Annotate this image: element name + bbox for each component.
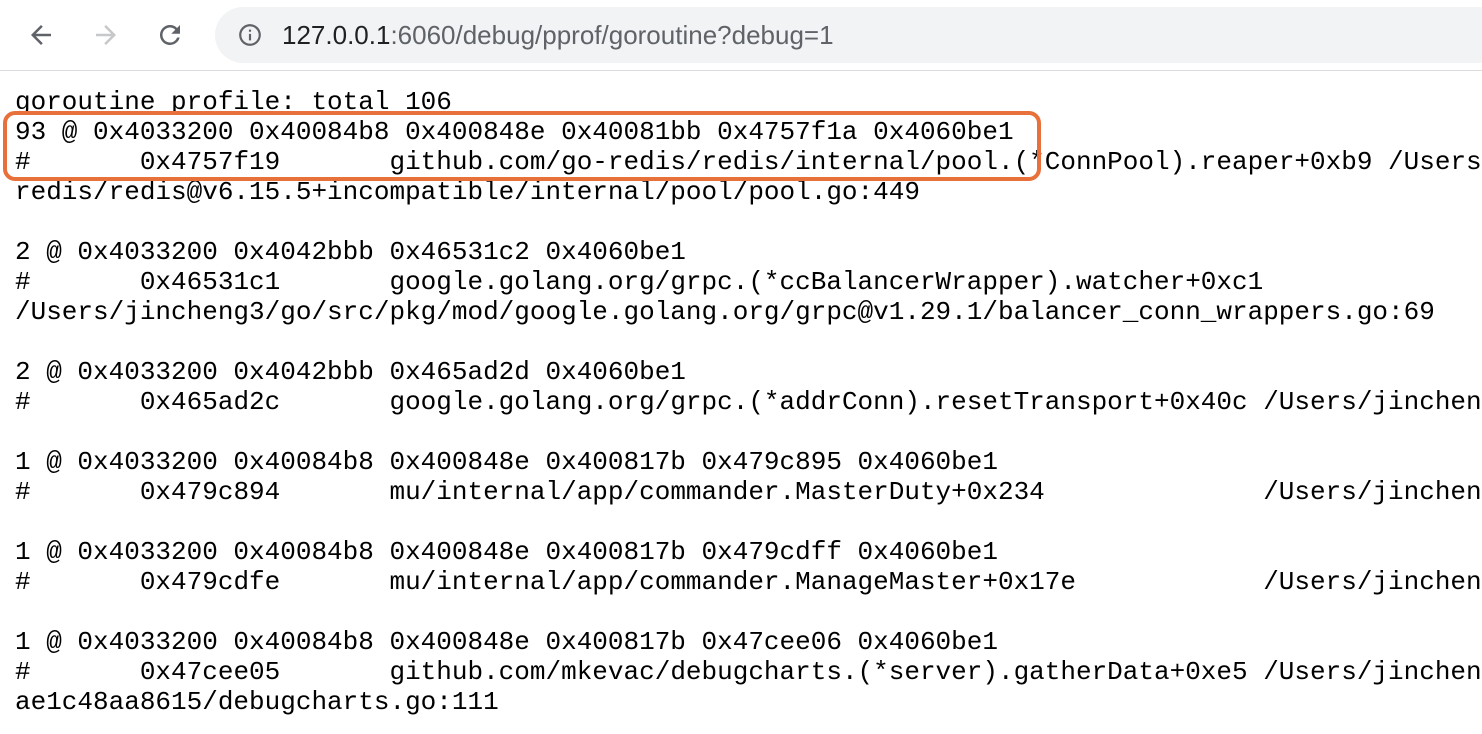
- profile-line: ae1c48aa8615/debugcharts.go:111: [15, 687, 499, 717]
- profile-line: 1 @ 0x4033200 0x40084b8 0x400848e 0x4008…: [15, 537, 998, 567]
- reload-icon: [159, 24, 180, 45]
- arrow-right-icon: [96, 25, 116, 45]
- profile-line: 93 @ 0x4033200 0x40084b8 0x400848e 0x400…: [15, 117, 1014, 147]
- profile-line: redis/redis@v6.15.5+incompatible/interna…: [15, 177, 920, 207]
- page-content: goroutine profile: total 106 93 @ 0x4033…: [0, 71, 1482, 734]
- goroutine-profile-text: goroutine profile: total 106 93 @ 0x4033…: [15, 87, 1482, 717]
- profile-line: 2 @ 0x4033200 0x4042bbb 0x46531c2 0x4060…: [15, 237, 686, 267]
- address-bar[interactable]: 127.0.0.1:6060/debug/pprof/goroutine?deb…: [215, 7, 1482, 63]
- browser-toolbar: 127.0.0.1:6060/debug/pprof/goroutine?deb…: [0, 0, 1482, 71]
- arrow-left-icon: [31, 25, 51, 45]
- profile-line: # 0x479c894 mu/internal/app/commander.Ma…: [15, 477, 1482, 507]
- url-host: 127.0.0.1: [282, 20, 391, 50]
- url-text[interactable]: 127.0.0.1:6060/debug/pprof/goroutine?deb…: [282, 19, 834, 51]
- profile-line: /Users/jincheng3/go/src/pkg/mod/google.g…: [15, 297, 1435, 327]
- profile-line: 2 @ 0x4033200 0x4042bbb 0x465ad2d 0x4060…: [15, 357, 686, 387]
- profile-line: # 0x47cee05 github.com/mkevac/debugchart…: [15, 657, 1482, 687]
- forward-button[interactable]: [88, 17, 124, 53]
- info-circle-icon[interactable]: [237, 22, 263, 48]
- profile-line: # 0x465ad2c google.golang.org/grpc.(*add…: [15, 387, 1482, 417]
- profile-line: # 0x46531c1 google.golang.org/grpc.(*ccB…: [15, 267, 1264, 297]
- profile-line: # 0x4757f19 github.com/go-redis/redis/in…: [15, 147, 1482, 177]
- back-button[interactable]: [23, 17, 59, 53]
- url-path: :6060/debug/pprof/goroutine?debug=1: [390, 20, 834, 50]
- profile-header: goroutine profile: total 106: [15, 87, 452, 117]
- profile-line: # 0x479cdfe mu/internal/app/commander.Ma…: [15, 567, 1482, 597]
- profile-line: 1 @ 0x4033200 0x40084b8 0x400848e 0x4008…: [15, 447, 998, 477]
- reload-button[interactable]: [152, 17, 188, 53]
- profile-line: 1 @ 0x4033200 0x40084b8 0x400848e 0x4008…: [15, 627, 998, 657]
